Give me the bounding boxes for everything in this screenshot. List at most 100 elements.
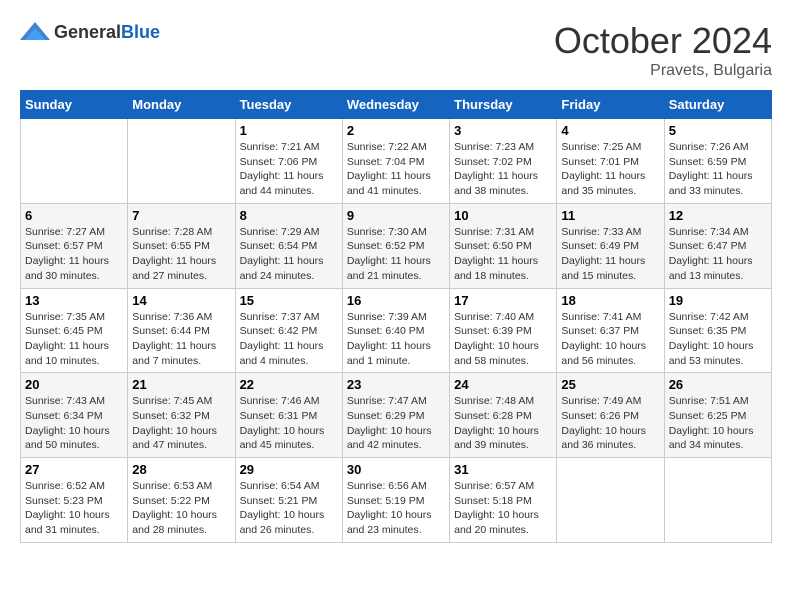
calendar-row: 1 Sunrise: 7:21 AM Sunset: 7:06 PM Dayli… [21, 119, 772, 204]
day-info: Sunrise: 7:27 AM Sunset: 6:57 PM Dayligh… [25, 225, 123, 284]
sunset: Sunset: 6:50 PM [454, 239, 552, 254]
day-number: 22 [240, 377, 338, 392]
location-title: Pravets, Bulgaria [554, 62, 772, 80]
table-row [557, 458, 664, 543]
table-row [664, 458, 771, 543]
day-number: 4 [561, 123, 659, 138]
sunrise: Sunrise: 7:28 AM [132, 225, 230, 240]
daylight: Daylight: 10 hours and 42 minutes. [347, 424, 445, 453]
day-number: 5 [669, 123, 767, 138]
calendar-row: 6 Sunrise: 7:27 AM Sunset: 6:57 PM Dayli… [21, 203, 772, 288]
sunrise: Sunrise: 7:26 AM [669, 140, 767, 155]
table-row: 27 Sunrise: 6:52 AM Sunset: 5:23 PM Dayl… [21, 458, 128, 543]
sunset: Sunset: 6:59 PM [669, 155, 767, 170]
sunset: Sunset: 5:21 PM [240, 494, 338, 509]
day-info: Sunrise: 6:52 AM Sunset: 5:23 PM Dayligh… [25, 479, 123, 538]
header-monday: Monday [128, 91, 235, 119]
header-saturday: Saturday [664, 91, 771, 119]
day-info: Sunrise: 7:42 AM Sunset: 6:35 PM Dayligh… [669, 310, 767, 369]
daylight: Daylight: 10 hours and 39 minutes. [454, 424, 552, 453]
table-row: 1 Sunrise: 7:21 AM Sunset: 7:06 PM Dayli… [235, 119, 342, 204]
daylight: Daylight: 11 hours and 18 minutes. [454, 254, 552, 283]
table-row: 29 Sunrise: 6:54 AM Sunset: 5:21 PM Dayl… [235, 458, 342, 543]
table-row: 31 Sunrise: 6:57 AM Sunset: 5:18 PM Dayl… [450, 458, 557, 543]
day-info: Sunrise: 7:41 AM Sunset: 6:37 PM Dayligh… [561, 310, 659, 369]
header-tuesday: Tuesday [235, 91, 342, 119]
day-number: 12 [669, 208, 767, 223]
daylight: Daylight: 10 hours and 36 minutes. [561, 424, 659, 453]
table-row: 18 Sunrise: 7:41 AM Sunset: 6:37 PM Dayl… [557, 288, 664, 373]
table-row: 26 Sunrise: 7:51 AM Sunset: 6:25 PM Dayl… [664, 373, 771, 458]
sunset: Sunset: 6:52 PM [347, 239, 445, 254]
sunrise: Sunrise: 7:49 AM [561, 394, 659, 409]
daylight: Daylight: 10 hours and 26 minutes. [240, 508, 338, 537]
sunrise: Sunrise: 7:45 AM [132, 394, 230, 409]
header-wednesday: Wednesday [342, 91, 449, 119]
day-info: Sunrise: 7:22 AM Sunset: 7:04 PM Dayligh… [347, 140, 445, 199]
daylight: Daylight: 10 hours and 47 minutes. [132, 424, 230, 453]
day-info: Sunrise: 7:39 AM Sunset: 6:40 PM Dayligh… [347, 310, 445, 369]
sunrise: Sunrise: 6:57 AM [454, 479, 552, 494]
day-number: 31 [454, 462, 552, 477]
sunset: Sunset: 5:23 PM [25, 494, 123, 509]
sunrise: Sunrise: 7:34 AM [669, 225, 767, 240]
day-info: Sunrise: 7:26 AM Sunset: 6:59 PM Dayligh… [669, 140, 767, 199]
daylight: Daylight: 11 hours and 41 minutes. [347, 169, 445, 198]
day-info: Sunrise: 6:54 AM Sunset: 5:21 PM Dayligh… [240, 479, 338, 538]
sunset: Sunset: 6:45 PM [25, 324, 123, 339]
daylight: Daylight: 11 hours and 1 minute. [347, 339, 445, 368]
month-title: October 2024 [554, 20, 772, 62]
day-info: Sunrise: 7:40 AM Sunset: 6:39 PM Dayligh… [454, 310, 552, 369]
day-info: Sunrise: 7:28 AM Sunset: 6:55 PM Dayligh… [132, 225, 230, 284]
sunset: Sunset: 6:37 PM [561, 324, 659, 339]
day-info: Sunrise: 7:23 AM Sunset: 7:02 PM Dayligh… [454, 140, 552, 199]
day-info: Sunrise: 6:56 AM Sunset: 5:19 PM Dayligh… [347, 479, 445, 538]
table-row: 10 Sunrise: 7:31 AM Sunset: 6:50 PM Dayl… [450, 203, 557, 288]
sunset: Sunset: 6:28 PM [454, 409, 552, 424]
sunrise: Sunrise: 6:52 AM [25, 479, 123, 494]
sunset: Sunset: 6:57 PM [25, 239, 123, 254]
sunrise: Sunrise: 7:39 AM [347, 310, 445, 325]
day-info: Sunrise: 6:53 AM Sunset: 5:22 PM Dayligh… [132, 479, 230, 538]
sunset: Sunset: 6:39 PM [454, 324, 552, 339]
sunrise: Sunrise: 7:36 AM [132, 310, 230, 325]
sunset: Sunset: 6:42 PM [240, 324, 338, 339]
day-info: Sunrise: 7:36 AM Sunset: 6:44 PM Dayligh… [132, 310, 230, 369]
sunset: Sunset: 5:19 PM [347, 494, 445, 509]
table-row: 2 Sunrise: 7:22 AM Sunset: 7:04 PM Dayli… [342, 119, 449, 204]
sunset: Sunset: 7:06 PM [240, 155, 338, 170]
daylight: Daylight: 10 hours and 45 minutes. [240, 424, 338, 453]
daylight: Daylight: 11 hours and 30 minutes. [25, 254, 123, 283]
sunrise: Sunrise: 7:29 AM [240, 225, 338, 240]
day-number: 16 [347, 293, 445, 308]
daylight: Daylight: 11 hours and 35 minutes. [561, 169, 659, 198]
day-info: Sunrise: 7:30 AM Sunset: 6:52 PM Dayligh… [347, 225, 445, 284]
day-number: 23 [347, 377, 445, 392]
table-row: 16 Sunrise: 7:39 AM Sunset: 6:40 PM Dayl… [342, 288, 449, 373]
day-info: Sunrise: 7:21 AM Sunset: 7:06 PM Dayligh… [240, 140, 338, 199]
sunrise: Sunrise: 7:42 AM [669, 310, 767, 325]
table-row: 17 Sunrise: 7:40 AM Sunset: 6:39 PM Dayl… [450, 288, 557, 373]
sunrise: Sunrise: 7:46 AM [240, 394, 338, 409]
daylight: Daylight: 10 hours and 58 minutes. [454, 339, 552, 368]
daylight: Daylight: 11 hours and 13 minutes. [669, 254, 767, 283]
day-number: 13 [25, 293, 123, 308]
sunrise: Sunrise: 7:30 AM [347, 225, 445, 240]
day-info: Sunrise: 7:47 AM Sunset: 6:29 PM Dayligh… [347, 394, 445, 453]
sunset: Sunset: 6:49 PM [561, 239, 659, 254]
sunrise: Sunrise: 7:37 AM [240, 310, 338, 325]
sunset: Sunset: 6:32 PM [132, 409, 230, 424]
calendar-row: 13 Sunrise: 7:35 AM Sunset: 6:45 PM Dayl… [21, 288, 772, 373]
sunrise: Sunrise: 7:51 AM [669, 394, 767, 409]
sunrise: Sunrise: 7:25 AM [561, 140, 659, 155]
day-number: 3 [454, 123, 552, 138]
sunrise: Sunrise: 7:40 AM [454, 310, 552, 325]
day-info: Sunrise: 7:48 AM Sunset: 6:28 PM Dayligh… [454, 394, 552, 453]
sunset: Sunset: 5:18 PM [454, 494, 552, 509]
table-row: 30 Sunrise: 6:56 AM Sunset: 5:19 PM Dayl… [342, 458, 449, 543]
daylight: Daylight: 10 hours and 23 minutes. [347, 508, 445, 537]
table-row [21, 119, 128, 204]
daylight: Daylight: 10 hours and 31 minutes. [25, 508, 123, 537]
day-number: 6 [25, 208, 123, 223]
sunrise: Sunrise: 7:33 AM [561, 225, 659, 240]
